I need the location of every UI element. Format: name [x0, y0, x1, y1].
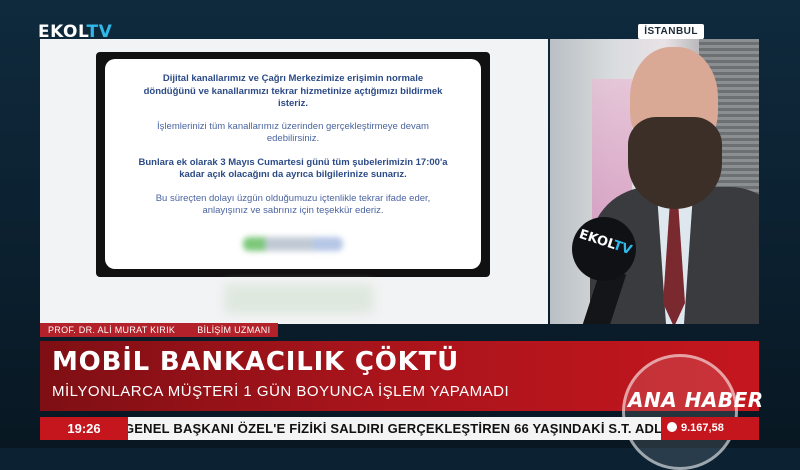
- interview-video: EKOLTV: [550, 39, 759, 324]
- ticker-clock: 19:26: [40, 417, 128, 440]
- guest-beard: [628, 117, 722, 209]
- notice-paragraph-4: Bu süreçten dolayı üzgün olduğumuzu içte…: [155, 192, 431, 217]
- notice-paragraph-1: Dijital kanallarımız ve Çağrı Merkezimiz…: [143, 73, 443, 109]
- blurred-background-detail: [224, 284, 374, 314]
- bank-notice-frame: Dijital kanallarımız ve Çağrı Merkezimiz…: [96, 52, 490, 277]
- ticker-text: GENEL BAŞKANI ÖZEL'E FİZİKİ SALDIRI GERÇ…: [124, 421, 707, 436]
- market-value: 9.167,58: [681, 422, 724, 434]
- market-icon: [667, 422, 677, 432]
- bank-notice: Dijital kanallarımız ve Çağrı Merkezimiz…: [105, 59, 481, 269]
- program-name: ANA HABER: [628, 388, 764, 412]
- guest-title: BİLİŞİM UZMANI: [197, 325, 271, 335]
- headline-title: MOBİL BANKACILIK ÇÖKTÜ: [52, 347, 460, 377]
- guest-name: PROF. DR. ALİ MURAT KIRIK: [48, 325, 176, 335]
- blurred-bank-logo: [243, 237, 343, 251]
- guest-name-strap: PROF. DR. ALİ MURAT KIRIK BİLİŞİM UZMANI: [40, 323, 279, 337]
- news-ticker: GENEL BAŞKANI ÖZEL'E FİZİKİ SALDIRI GERÇ…: [40, 417, 759, 440]
- notice-paragraph-2: İşlemlerinizi tüm kanallarımız üzerinden…: [157, 120, 429, 145]
- headline-subtitle: MİLYONLARCA MÜŞTERİ 1 GÜN BOYUNCA İŞLEM …: [52, 383, 510, 400]
- notice-paragraph-3: Bunlara ek olarak 3 Mayıs Cumartesi günü…: [138, 156, 448, 181]
- market-index: 9.167,58: [661, 417, 759, 440]
- location-badge: İSTANBUL: [638, 24, 704, 39]
- document-panel: Dijital kanallarımız ve Çağrı Merkezimiz…: [40, 39, 548, 324]
- program-circle-icon: [622, 354, 738, 470]
